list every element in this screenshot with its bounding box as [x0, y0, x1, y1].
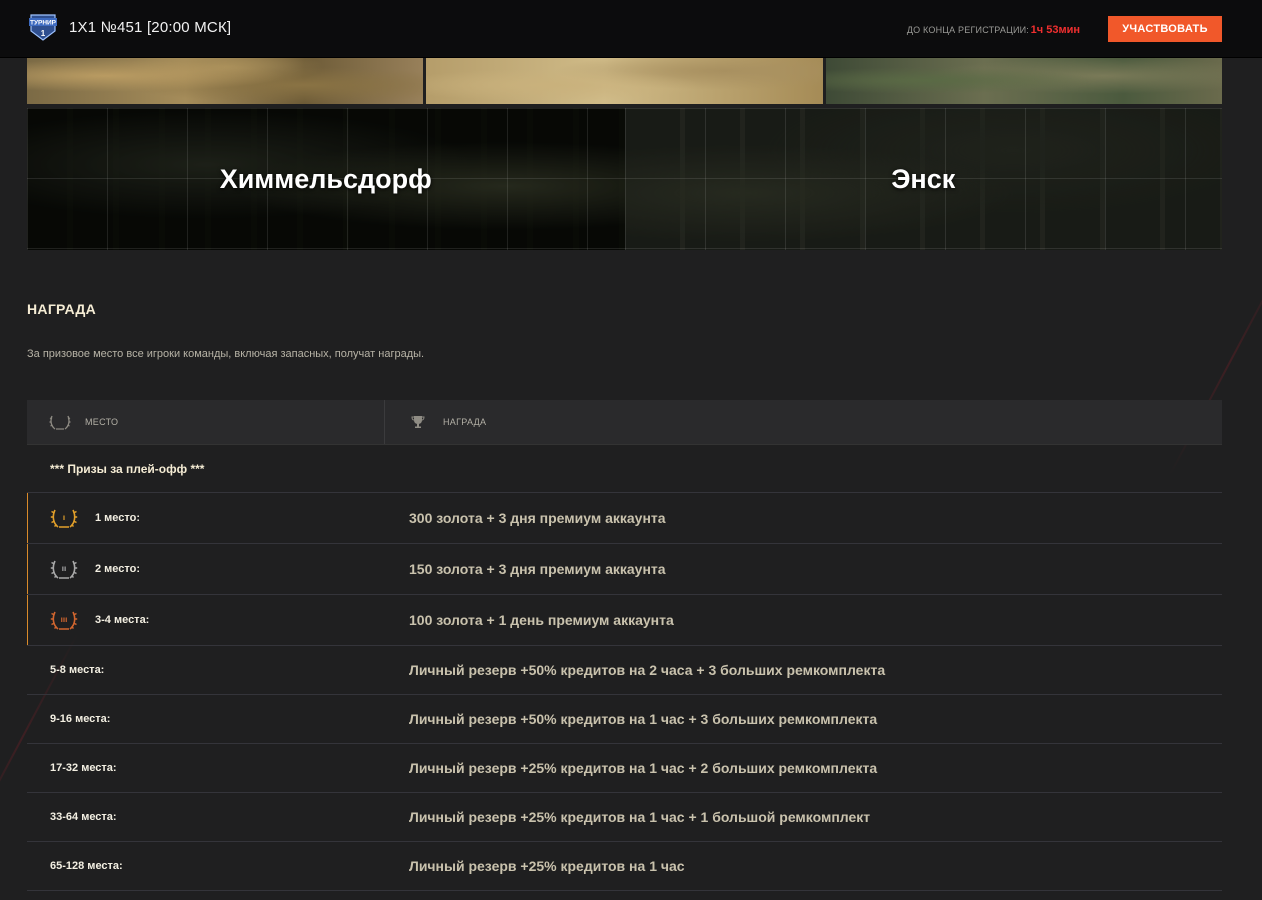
- reward-row-6: 17-32 места: Личный резерв +25% кредитов…: [27, 744, 1222, 793]
- registration-label: ДО КОНЦА РЕГИСТРАЦИИ:: [906, 25, 1029, 35]
- trophy-icon: [407, 413, 429, 431]
- place-cell: 5-8 места:: [50, 664, 105, 676]
- logo-number: 1: [41, 29, 46, 38]
- map-tile[interactable]: [426, 57, 823, 104]
- tournament-logo-icon[interactable]: ТУРНИР 1: [28, 12, 58, 42]
- medal-numeral: II: [62, 566, 66, 573]
- column-header-reward: НАГРАДА: [385, 400, 1222, 444]
- reward-cell: Личный резерв +25% кредитов на 1 час + 2…: [409, 760, 878, 776]
- medal-numeral: III: [61, 617, 68, 624]
- reward-row-7: 33-64 места: Личный резерв +25% кредитов…: [27, 793, 1222, 842]
- silver-laurel-icon: II: [50, 557, 78, 581]
- place-cell: I 1 место:: [27, 506, 385, 530]
- reward-row-5: 9-16 места: Личный резерв +50% кредитов …: [27, 695, 1222, 744]
- map-strip-top: [27, 57, 1222, 104]
- laurel-icon: [49, 413, 71, 431]
- place-cell: 65-128 места:: [50, 860, 123, 872]
- logo-text: ТУРНИР: [30, 20, 57, 27]
- row-accent: [27, 544, 28, 594]
- reward-row-3: III 3-4 места: 100 золота + 1 день преми…: [27, 595, 1222, 646]
- reward-row-8: 65-128 места: Личный резерв +25% кредито…: [27, 842, 1222, 891]
- reward-row-1: I 1 место: 300 золота + 3 дня премиум ак…: [27, 493, 1222, 544]
- place-cell: II 2 место:: [27, 557, 385, 581]
- registration-timer: 1ч 53мин: [1030, 24, 1080, 36]
- reward-cell: 300 золота + 3 дня премиум аккаунта: [409, 510, 666, 526]
- reward-cell: 150 золота + 3 дня премиум аккаунта: [409, 561, 666, 577]
- map-tile[interactable]: [825, 57, 1222, 104]
- reward-row-4: 5-8 места: Личный резерв +50% кредитов н…: [27, 646, 1222, 695]
- bronze-laurel-icon: III: [50, 608, 78, 632]
- reward-table-header: МЕСТО НАГРАДА: [27, 400, 1222, 445]
- playoff-group-label: *** Призы за плей-офф ***: [27, 445, 1222, 493]
- reward-table: МЕСТО НАГРАДА *** Призы за плей-офф ***: [27, 400, 1222, 891]
- top-bar: ТУРНИР 1 1Х1 №451 [20:00 МСК] ДО КОНЦА Р…: [0, 0, 1262, 58]
- reward-row-2: II 2 место: 150 золота + 3 дня премиум а…: [27, 544, 1222, 595]
- place-cell: 33-64 места:: [50, 811, 117, 823]
- map-tile-ensk[interactable]: Энск: [624, 108, 1222, 250]
- place-label: 3-4 места:: [95, 614, 150, 626]
- tournament-title: 1Х1 №451 [20:00 МСК]: [69, 19, 232, 36]
- map-tile-himmelsdorf[interactable]: Химмельсдорф: [27, 108, 625, 250]
- column-header-place: МЕСТО: [27, 400, 385, 444]
- column-header-place-label: МЕСТО: [85, 417, 119, 427]
- place-label: 2 место:: [95, 563, 141, 575]
- reward-section-description: За призовое место все игроки команды, вк…: [27, 348, 425, 360]
- map-name: Энск: [891, 163, 956, 194]
- reward-cell: Личный резерв +25% кредитов на 1 час: [409, 858, 685, 874]
- join-button[interactable]: УЧАСТВОВАТЬ: [1108, 16, 1222, 42]
- map-name: Химмельсдорф: [219, 163, 432, 194]
- place-label: 1 место:: [95, 512, 141, 524]
- gold-laurel-icon: I: [50, 506, 78, 530]
- reward-cell: Личный резерв +25% кредитов на 1 час + 1…: [409, 809, 871, 825]
- reward-section-title: НАГРАДА: [27, 301, 97, 317]
- map-tile[interactable]: [27, 57, 424, 104]
- row-accent: [27, 493, 28, 543]
- map-strip-named: Химмельсдорф Энск: [27, 108, 1222, 250]
- reward-cell: Личный резерв +50% кредитов на 1 час + 3…: [409, 711, 878, 727]
- row-accent: [27, 595, 28, 645]
- column-header-reward-label: НАГРАДА: [443, 417, 487, 427]
- place-cell: III 3-4 места:: [27, 608, 385, 632]
- medal-numeral: I: [63, 515, 65, 522]
- reward-cell: 100 золота + 1 день премиум аккаунта: [409, 612, 674, 628]
- reward-cell: Личный резерв +50% кредитов на 2 часа + …: [409, 662, 886, 678]
- place-cell: 9-16 места:: [50, 713, 111, 725]
- place-cell: 17-32 места:: [50, 762, 117, 774]
